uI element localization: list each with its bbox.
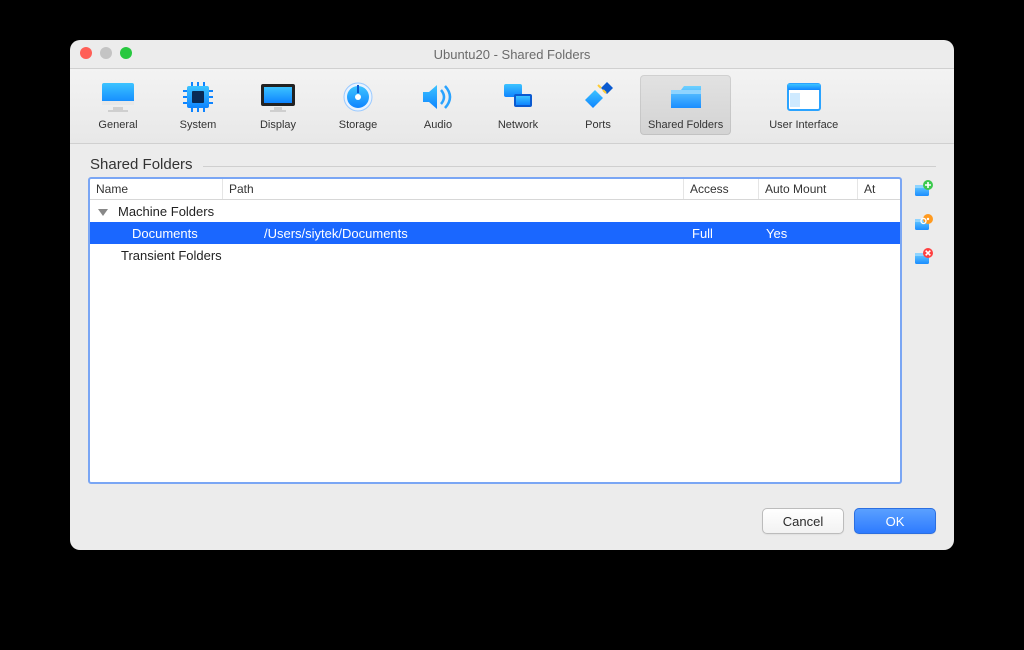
table-side-buttons — [912, 177, 936, 484]
remove-share-button[interactable] — [912, 247, 934, 269]
tab-label: Shared Folders — [648, 119, 723, 131]
tab-label: Display — [260, 119, 296, 131]
cancel-button[interactable]: Cancel — [762, 508, 844, 534]
col-path[interactable]: Path — [223, 179, 684, 199]
tab-label: Ports — [585, 119, 611, 131]
group-label: Machine Folders — [118, 204, 214, 219]
titlebar: Ubuntu20 - Shared Folders — [70, 40, 954, 69]
tab-ports[interactable]: Ports — [560, 75, 636, 135]
settings-toolbar: General System Display Storage — [70, 69, 954, 144]
tab-user-interface[interactable]: User Interface — [761, 75, 846, 135]
content-area: Shared Folders Name Path Access Auto Mou… — [70, 144, 954, 494]
window-layout-icon — [784, 79, 824, 115]
table-group-machine-folders[interactable]: Machine Folders — [90, 200, 900, 222]
minimize-window-button[interactable] — [100, 47, 112, 59]
shared-folders-table[interactable]: Name Path Access Auto Mount At Machine F… — [88, 177, 902, 484]
tab-label: User Interface — [769, 119, 838, 131]
ports-icon — [578, 79, 618, 115]
disk-icon — [338, 79, 378, 115]
cell-auto-mount: Yes — [760, 226, 858, 241]
table-body: Machine Folders Documents /Users/siytek/… — [90, 200, 900, 482]
close-window-button[interactable] — [80, 47, 92, 59]
network-icon — [498, 79, 538, 115]
table-header: Name Path Access Auto Mount At — [90, 179, 900, 200]
button-label: Cancel — [783, 514, 823, 529]
zoom-window-button[interactable] — [120, 47, 132, 59]
settings-window: Ubuntu20 - Shared Folders General System… — [70, 40, 954, 550]
tab-label: General — [98, 119, 137, 131]
cell-name: Documents — [90, 226, 258, 241]
tab-display[interactable]: Display — [240, 75, 316, 135]
table-group-transient-folders[interactable]: Transient Folders — [90, 244, 900, 266]
tab-label: Network — [498, 119, 538, 131]
col-name[interactable]: Name — [90, 179, 223, 199]
monitor-icon — [98, 79, 138, 115]
col-auto-mount[interactable]: Auto Mount — [759, 179, 858, 199]
edit-share-button[interactable] — [912, 213, 934, 235]
cell-access: Full — [686, 226, 760, 241]
cell-path: /Users/siytek/Documents — [258, 226, 686, 241]
col-at[interactable]: At — [858, 179, 900, 199]
tab-system[interactable]: System — [160, 75, 236, 135]
tab-shared-folders[interactable]: Shared Folders — [640, 75, 731, 135]
tab-storage[interactable]: Storage — [320, 75, 396, 135]
tab-label: Audio — [424, 119, 452, 131]
ok-button[interactable]: OK — [854, 508, 936, 534]
chip-icon — [178, 79, 218, 115]
group-label: Transient Folders — [121, 248, 222, 263]
tab-general[interactable]: General — [80, 75, 156, 135]
dialog-footer: Cancel OK — [70, 494, 954, 550]
shared-folder-icon — [666, 79, 706, 115]
col-access[interactable]: Access — [684, 179, 759, 199]
display-icon — [258, 79, 298, 115]
section-title: Shared Folders — [90, 156, 193, 173]
tab-label: Storage — [339, 119, 378, 131]
tab-audio[interactable]: Audio — [400, 75, 476, 135]
tab-network[interactable]: Network — [480, 75, 556, 135]
tab-label: System — [180, 119, 217, 131]
window-controls — [80, 47, 132, 59]
button-label: OK — [886, 514, 905, 529]
disclosure-triangle-icon[interactable] — [98, 209, 108, 216]
table-row[interactable]: Documents /Users/siytek/Documents Full Y… — [90, 222, 900, 244]
add-share-button[interactable] — [912, 179, 934, 201]
window-title: Ubuntu20 - Shared Folders — [434, 47, 591, 62]
speaker-icon — [418, 79, 458, 115]
